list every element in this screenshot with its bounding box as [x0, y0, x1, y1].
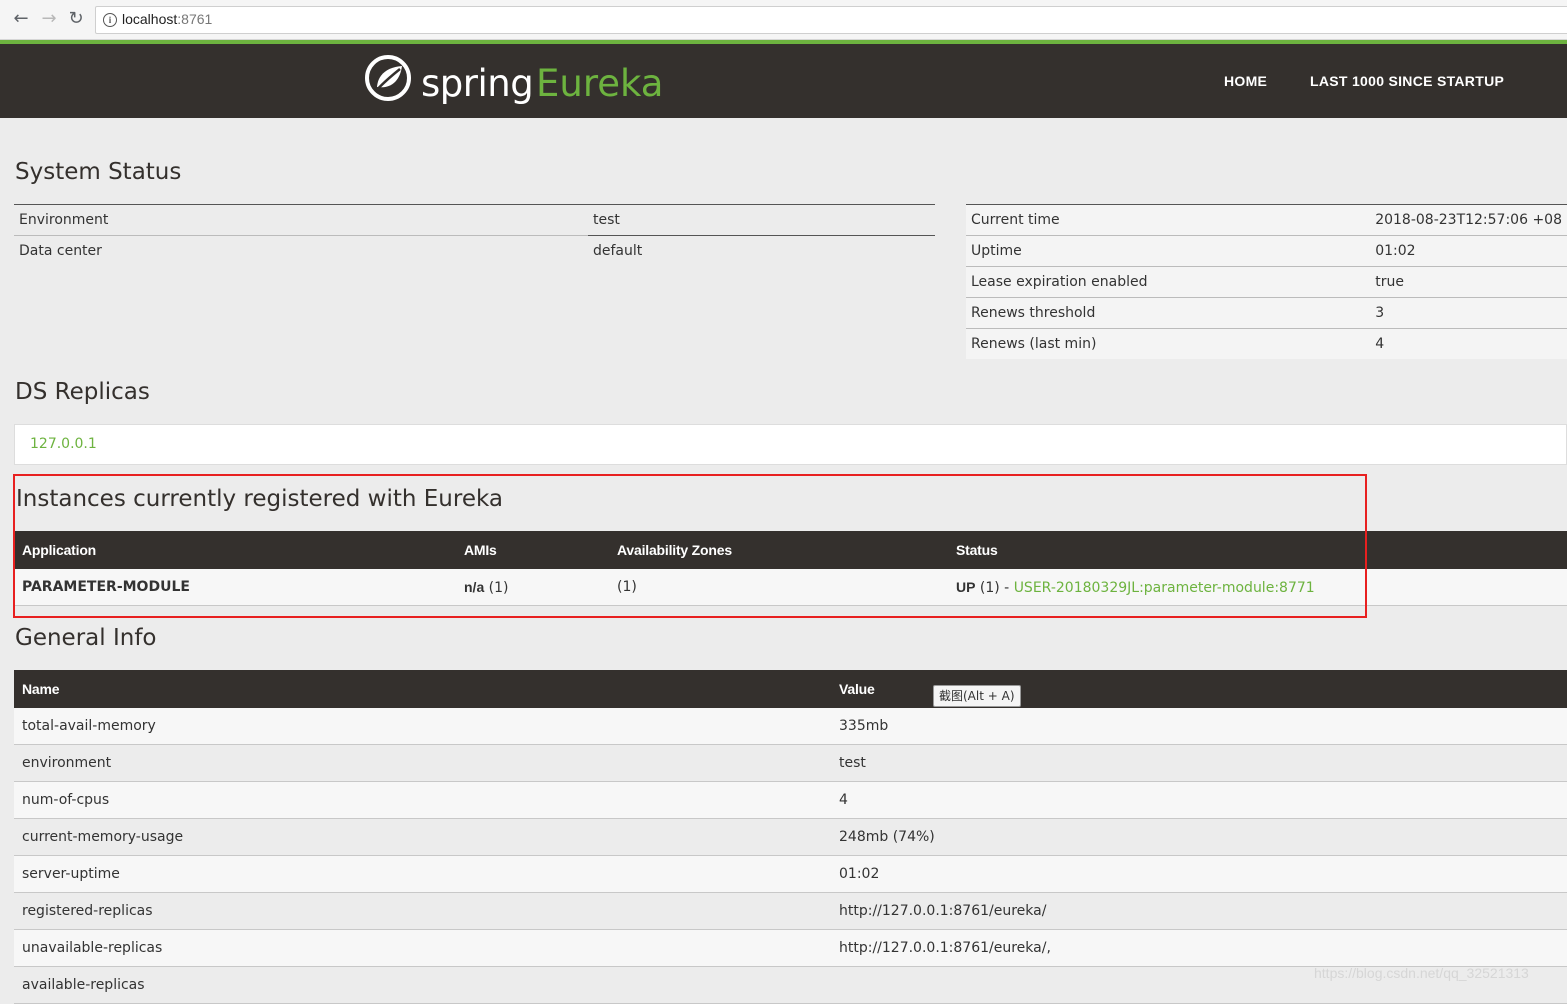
info-name: registered-replicas — [14, 892, 831, 930]
amis-cell: n/a (1) — [456, 569, 609, 606]
table-row: environment test — [14, 744, 1567, 782]
forward-arrow-icon[interactable]: → — [39, 9, 59, 29]
datacenter-label: Data center — [14, 235, 588, 266]
info-value: http://127.0.0.1:8761/eureka/ — [831, 892, 1567, 930]
table-row: Renews threshold 3 — [966, 297, 1567, 329]
back-arrow-icon[interactable]: ← — [11, 9, 31, 29]
info-name: server-uptime — [14, 855, 831, 893]
nav-home-link[interactable]: HOME — [1224, 73, 1267, 89]
info-value: http://127.0.0.1:8761/eureka/, — [831, 929, 1567, 967]
info-value: 248mb (74%) — [831, 818, 1567, 856]
browser-toolbar: ← → ↻ i localhost:8761 — [0, 0, 1567, 40]
info-value: test — [831, 744, 1567, 782]
logo-text-spring: spring — [421, 62, 534, 105]
application-name: PARAMETER-MODULE — [14, 569, 456, 606]
table-row: num-of-cpus 4 — [14, 781, 1567, 819]
system-status-title: System Status — [15, 159, 182, 185]
renews-threshold-label: Renews threshold — [966, 297, 1371, 329]
renews-last-min-label: Renews (last min) — [966, 328, 1371, 359]
info-name: current-memory-usage — [14, 818, 831, 856]
reload-icon[interactable]: ↻ — [66, 9, 86, 29]
site-header: spring Eureka HOME LAST 1000 SINCE START… — [0, 44, 1567, 118]
current-time-label: Current time — [966, 204, 1371, 236]
table-row: Data center default — [14, 235, 935, 266]
table-header-row: Name Value — [14, 670, 1567, 708]
logo-text-eureka: Eureka — [536, 62, 664, 105]
lease-value: true — [1370, 266, 1567, 298]
env-label: Environment — [14, 204, 588, 236]
screenshot-tooltip: 截图(Alt + A) — [933, 685, 1021, 707]
current-time-value: 2018-08-23T12:57:06 +08 — [1370, 204, 1567, 236]
ds-replicas-list: 127.0.0.1 — [14, 424, 1567, 465]
info-value: 01:02 — [831, 855, 1567, 893]
instances-title: Instances currently registered with Eure… — [16, 486, 503, 512]
instance-link[interactable]: USER-20180329JL:parameter-module:8771 — [1014, 580, 1315, 596]
table-row: Lease expiration enabled true — [966, 266, 1567, 298]
address-bar[interactable]: i localhost:8761 — [95, 6, 1567, 34]
instances-table: Application AMIs Availability Zones Stat… — [14, 531, 1567, 606]
info-name: total-avail-memory — [14, 708, 831, 745]
info-value: 335mb — [831, 708, 1567, 745]
spring-eureka-logo[interactable]: spring Eureka — [364, 54, 664, 108]
uptime-label: Uptime — [966, 235, 1371, 267]
general-info-title: General Info — [15, 625, 157, 651]
lease-label: Lease expiration enabled — [966, 266, 1371, 298]
info-icon[interactable]: i — [103, 13, 117, 27]
general-info-table: Name Value total-avail-memory 335mb envi… — [14, 670, 1567, 1004]
col-name: Name — [14, 670, 831, 708]
col-amis: AMIs — [456, 531, 609, 569]
nav-last-1000-link[interactable]: LAST 1000 SINCE STARTUP — [1310, 73, 1504, 89]
url-text[interactable]: localhost:8761 — [122, 11, 212, 27]
info-name: available-replicas — [14, 966, 831, 1004]
system-status-left-table: Environment test Data center default — [14, 204, 935, 266]
table-header-row: Application AMIs Availability Zones Stat… — [14, 531, 1567, 569]
table-row: Renews (last min) 4 — [966, 328, 1567, 359]
col-application: Application — [14, 531, 456, 569]
spring-leaf-icon — [365, 55, 411, 101]
datacenter-value: default — [588, 235, 935, 266]
table-row: Environment test — [14, 204, 935, 236]
table-row: total-avail-memory 335mb — [14, 708, 1567, 745]
table-row: registered-replicas http://127.0.0.1:876… — [14, 892, 1567, 930]
col-availability-zones: Availability Zones — [609, 531, 948, 569]
table-row: Current time 2018-08-23T12:57:06 +08 — [966, 204, 1567, 236]
info-value: 4 — [831, 781, 1567, 819]
watermark: https://blog.csdn.net/qq_32521313 — [1314, 965, 1529, 981]
table-row: server-uptime 01:02 — [14, 855, 1567, 893]
table-row: PARAMETER-MODULE n/a (1) (1) UP (1) - US… — [14, 569, 1567, 606]
status-cell: UP (1) - USER-20180329JL:parameter-modul… — [948, 569, 1567, 606]
uptime-value: 01:02 — [1370, 235, 1567, 267]
info-name: environment — [14, 744, 831, 782]
renews-threshold-value: 3 — [1370, 297, 1567, 329]
zones-cell: (1) — [609, 569, 948, 606]
table-row: Uptime 01:02 — [966, 235, 1567, 267]
replica-link[interactable]: 127.0.0.1 — [30, 436, 97, 452]
info-name: num-of-cpus — [14, 781, 831, 819]
info-name: unavailable-replicas — [14, 929, 831, 967]
env-value: test — [588, 204, 935, 236]
system-status-right-table: Current time 2018-08-23T12:57:06 +08 Upt… — [966, 204, 1567, 359]
table-row: current-memory-usage 248mb (74%) — [14, 818, 1567, 856]
table-row: unavailable-replicas http://127.0.0.1:87… — [14, 929, 1567, 967]
renews-last-min-value: 4 — [1370, 328, 1567, 359]
col-status: Status — [948, 531, 1567, 569]
ds-replicas-title: DS Replicas — [15, 379, 150, 405]
